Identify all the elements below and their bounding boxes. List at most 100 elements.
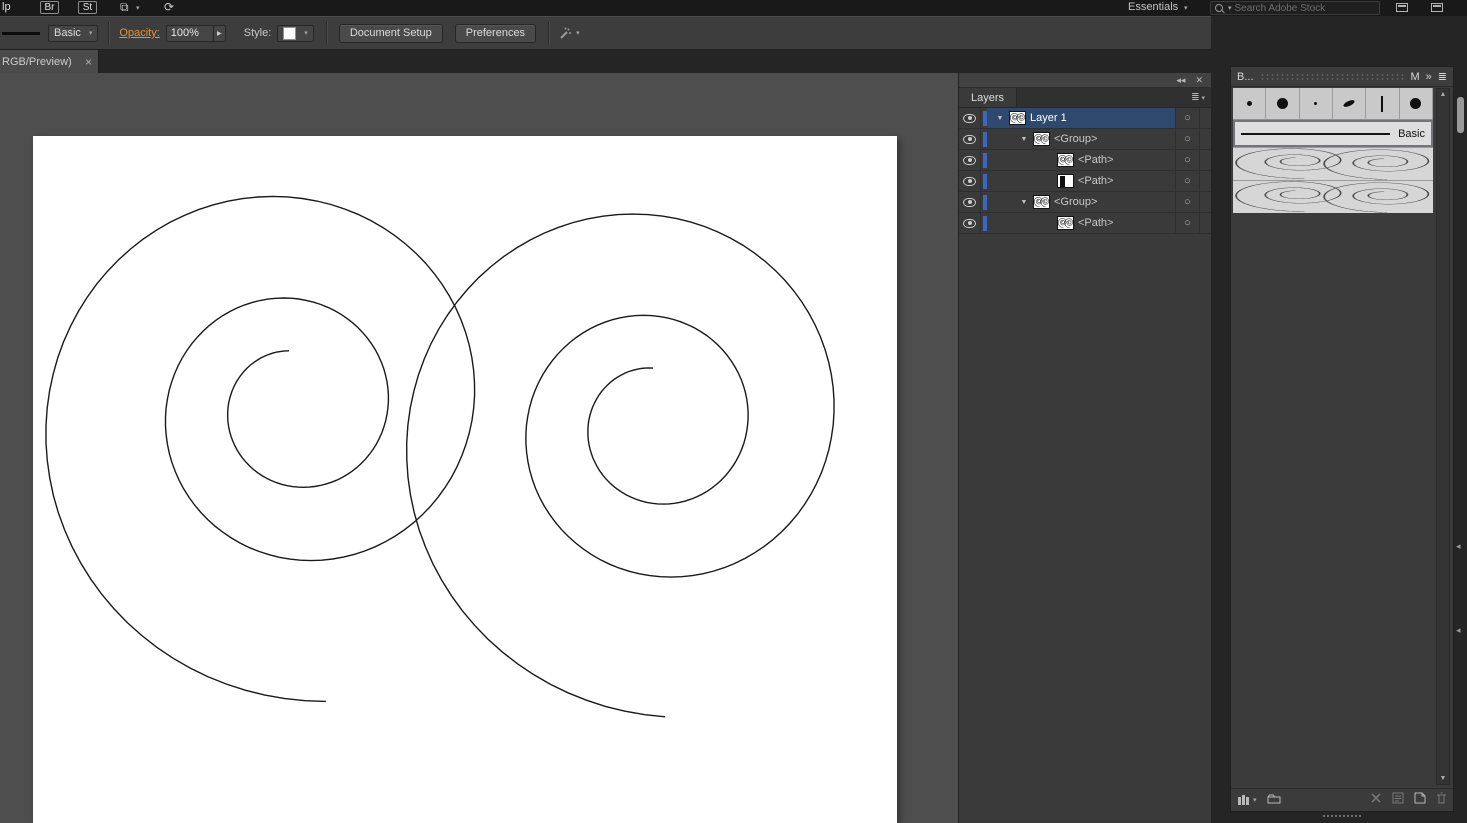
calligraphic-brush-item[interactable] [1300,88,1333,119]
search-icon [1214,3,1225,14]
expand-panel-icon[interactable]: » [1426,71,1432,83]
opacity-spinner-icon[interactable]: ▶ [214,25,226,42]
brushes-scrollbar[interactable]: ▲ ▼ [1436,88,1450,785]
tab-brushes[interactable]: B... [1237,71,1254,83]
layer-thumbnail [1033,195,1050,209]
visibility-toggle[interactable] [959,192,981,212]
layer-row[interactable]: ▼<Group>○ [959,129,1211,150]
panel-resize-handle[interactable] [1322,814,1362,819]
calligraphic-brush-item[interactable] [1266,88,1299,119]
layer-name-area[interactable]: ▼Layer 1 [987,108,1175,128]
layer-name-area[interactable]: ▼<Group> [987,129,1175,149]
libraries-caret-icon: ▾ [1253,796,1257,804]
panel-expand-chevron-icon[interactable]: ◂ [1456,625,1461,636]
workspace-switcher[interactable]: Essentials [1128,1,1178,13]
divider [548,22,549,44]
artboard[interactable] [33,136,897,823]
art-brush-item-1[interactable] [1233,147,1433,180]
collapse-panel-icon[interactable]: ◂◂ [1176,75,1185,86]
calligraphic-brush-item[interactable] [1366,88,1399,119]
document-tab[interactable]: RGB/Preview) × [0,50,99,73]
opacity-input[interactable] [166,25,214,42]
scroll-up-icon[interactable]: ▲ [1440,91,1447,98]
graphic-style-dropdown[interactable]: ▾ [277,25,314,42]
stock-button[interactable]: St [78,1,97,14]
dock-scrollbar-thumb[interactable] [1457,97,1464,133]
spiral-path-2[interactable] [407,214,834,717]
eye-icon [963,198,976,207]
layers-panel-menu-icon[interactable]: ≣ ▾ [1191,92,1205,103]
target-circle-icon[interactable]: ○ [1175,171,1199,191]
disclosure-triangle-icon[interactable]: ▼ [1019,136,1029,143]
calligraphic-brush-item[interactable] [1400,88,1433,119]
calligraphic-brush-item[interactable] [1333,88,1366,119]
panel-drag-texture[interactable] [1260,73,1405,81]
eye-icon [963,114,976,123]
select-similar-icon [559,27,572,40]
bridge-button[interactable]: Br [40,1,59,14]
canvas-area[interactable] [0,73,958,823]
visibility-toggle[interactable] [959,150,981,170]
layer-name-area[interactable]: <Path> [987,213,1175,233]
menu-fragment[interactable]: lp [2,1,11,13]
selection-column [1199,129,1211,149]
layer-row[interactable]: ▼Layer 1○ [959,108,1211,129]
remove-brush-stroke-icon[interactable] [1370,791,1382,809]
visibility-toggle[interactable] [959,129,981,149]
layer-row[interactable]: <Path> ○ [959,213,1211,234]
spiral-path-1[interactable] [46,196,475,701]
select-similar-caret-icon[interactable]: ▾ [576,29,580,37]
target-circle-icon[interactable]: ○ [1175,150,1199,170]
layer-thumbnail [1057,216,1074,230]
brush-item-basic[interactable]: Basic [1233,120,1433,147]
rotate-view-icon[interactable]: ⟳ [164,0,174,14]
close-panel-icon[interactable]: ✕ [1195,75,1203,86]
opacity-link[interactable]: Opacity: [119,27,159,39]
adobe-stock-search[interactable]: ▾ [1210,1,1380,15]
search-caret-icon[interactable]: ▾ [1228,4,1232,12]
calligraphic-brush-item[interactable] [1233,88,1266,119]
brush-options-icon[interactable] [1392,791,1404,809]
libraries-panel-icon[interactable] [1267,791,1281,809]
visibility-toggle[interactable] [959,108,981,128]
visibility-toggle[interactable] [959,213,981,233]
target-circle-icon[interactable]: ○ [1175,192,1199,212]
tab-layers[interactable]: Layers [959,88,1017,107]
workspace-caret-icon[interactable]: ▾ [1184,4,1188,12]
layer-row[interactable]: ▼ <Group> ○ [959,192,1211,213]
document-setup-button[interactable]: Document Setup [339,24,443,43]
disclosure-triangle-icon[interactable]: ▼ [995,115,1005,122]
search-input[interactable] [1235,3,1376,14]
arrange-documents-caret-icon[interactable]: ▾ [136,4,140,12]
new-brush-icon[interactable] [1414,791,1426,809]
layer-row[interactable]: <Path>○ [959,171,1211,192]
arrange-documents-icon[interactable]: ⧉ [120,0,129,15]
document-close-icon[interactable]: × [85,57,92,67]
art-brush-item-2[interactable] [1233,180,1433,213]
scroll-down-icon[interactable]: ▼ [1440,775,1447,782]
target-circle-icon[interactable]: ○ [1175,213,1199,233]
disclosure-triangle-icon[interactable]: ▼ [1019,199,1029,206]
brush-libraries-menu-icon[interactable]: ▾ [1237,794,1257,806]
delete-brush-icon[interactable] [1436,791,1447,809]
tab-fragment-m[interactable]: M [1410,71,1419,83]
layer-name-area[interactable]: ▼ <Group> [987,192,1175,212]
stroke-style-dropdown[interactable]: Basic ▾ [48,25,98,42]
layer-row[interactable]: <Path>○ [959,150,1211,171]
preferences-button[interactable]: Preferences [455,24,536,43]
brushes-panel-menu-icon[interactable]: ≣ [1438,70,1447,83]
window-restore-icon[interactable] [1396,3,1408,12]
visibility-toggle[interactable] [959,171,981,191]
layer-label: <Path> [1078,217,1113,229]
target-circle-icon[interactable]: ○ [1175,129,1199,149]
window-arrange-icon[interactable] [1431,3,1443,12]
panel-expand-chevron-icon[interactable]: ◂ [1456,541,1461,552]
calligraphic-brush-grid [1233,88,1433,120]
layer-name-area[interactable]: <Path> [987,150,1175,170]
select-similar-control[interactable]: ▾ [559,27,580,40]
stroke-style-value: Basic [54,27,81,39]
brush-shape [1247,101,1252,106]
layer-label: <Group> [1054,196,1097,208]
layer-name-area[interactable]: <Path> [987,171,1175,191]
target-circle-icon[interactable]: ○ [1175,108,1199,128]
